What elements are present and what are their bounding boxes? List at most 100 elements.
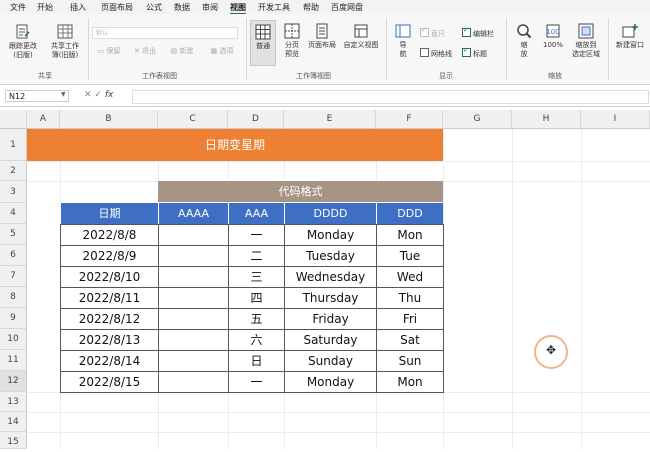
dddd-cell[interactable]: Sunday [284, 350, 377, 372]
table-header-dddd[interactable]: DDDD [284, 203, 376, 224]
column-header[interactable]: H [512, 110, 581, 129]
sheet-title[interactable]: 日期变星期 [27, 129, 443, 161]
table-header-date[interactable]: 日期 [60, 203, 158, 224]
dddd-cell[interactable]: Saturday [284, 329, 377, 351]
cancel-icon[interactable]: ✕ [84, 90, 92, 100]
ddd-cell[interactable]: Mon [376, 371, 444, 393]
aaa-cell[interactable]: 一 [228, 224, 285, 246]
ddd-cell[interactable]: Fri [376, 308, 444, 330]
table-header-aaaa[interactable]: AAAA [158, 203, 228, 224]
row-header[interactable]: 4 [0, 203, 27, 224]
zoom-to-selection-button[interactable]: 缩放到 选定区域 [568, 23, 604, 59]
row-header[interactable]: 8 [0, 287, 27, 308]
custom-views-button[interactable]: 自定义视图 [340, 23, 382, 50]
dddd-cell[interactable]: Thursday [284, 287, 377, 309]
navigation-button[interactable]: 导 航 [392, 23, 414, 59]
keep-button[interactable]: ▭ 保留 [94, 47, 124, 56]
aaaa-cell[interactable] [158, 287, 229, 309]
dddd-cell[interactable]: Friday [284, 308, 377, 330]
ddd-cell[interactable]: Sun [376, 350, 444, 372]
fx-icon[interactable]: fx [105, 90, 114, 100]
column-header[interactable]: E [284, 110, 376, 129]
zoom-100-button[interactable]: 100 100% [540, 23, 566, 50]
column-header[interactable]: G [443, 110, 512, 129]
formula-input[interactable] [132, 90, 649, 104]
menu-help[interactable]: 帮助 [303, 2, 319, 13]
aaa-cell[interactable]: 五 [228, 308, 285, 330]
dddd-cell[interactable]: Monday [284, 224, 377, 246]
headings-checkbox[interactable]: 标题 [462, 46, 487, 59]
formula-bar-checkbox[interactable]: 编辑栏 [462, 26, 494, 39]
row-header[interactable]: 2 [0, 161, 27, 181]
aaa-cell[interactable]: 一 [228, 371, 285, 393]
row-header[interactable]: 14 [0, 412, 27, 432]
menu-baidu-netdisk[interactable]: 百度网盘 [331, 2, 363, 13]
menu-page-layout[interactable]: 页面布局 [101, 2, 133, 13]
aaa-cell[interactable]: 三 [228, 266, 285, 288]
date-cell[interactable]: 2022/8/8 [60, 224, 159, 246]
row-header[interactable]: 3 [0, 181, 27, 203]
row-header[interactable]: 13 [0, 392, 27, 412]
column-header[interactable]: B [60, 110, 158, 129]
date-cell[interactable]: 2022/8/11 [60, 287, 159, 309]
aaa-cell[interactable]: 六 [228, 329, 285, 351]
column-header[interactable]: A [27, 110, 60, 129]
row-header[interactable]: 12 [0, 371, 27, 392]
column-header[interactable]: C [158, 110, 228, 129]
row-header[interactable]: 1 [0, 129, 27, 161]
ruler-checkbox[interactable]: 直尺 [420, 26, 445, 39]
aaaa-cell[interactable] [158, 329, 229, 351]
select-all-corner[interactable] [0, 110, 27, 129]
new-button[interactable]: ▤ 新建 [166, 47, 198, 56]
exit-button[interactable]: ✕ 退出 [130, 47, 160, 56]
options-button[interactable]: ▦ 选项 [206, 47, 238, 56]
date-cell[interactable]: 2022/8/14 [60, 350, 159, 372]
code-format-header[interactable]: 代码格式 [158, 181, 443, 202]
dddd-cell[interactable]: Monday [284, 371, 377, 393]
enter-icon[interactable]: ✓ [94, 90, 102, 100]
name-box[interactable]: N12 [5, 90, 69, 102]
page-break-preview-button[interactable]: 分页 预览 [279, 23, 305, 59]
aaaa-cell[interactable] [158, 371, 229, 393]
page-layout-view-button[interactable]: 页面布局 [306, 23, 338, 50]
row-header[interactable]: 6 [0, 245, 27, 266]
share-workbook-button[interactable]: 共享工作 簿(旧版) [46, 24, 84, 60]
aaaa-cell[interactable] [158, 350, 229, 372]
menu-developer[interactable]: 开发工具 [258, 2, 290, 13]
row-header[interactable]: 5 [0, 224, 27, 245]
aaaa-cell[interactable] [158, 245, 229, 267]
ddd-cell[interactable]: Thu [376, 287, 444, 309]
row-header[interactable]: 11 [0, 350, 27, 371]
column-header[interactable]: F [376, 110, 443, 129]
dddd-cell[interactable]: Wednesday [284, 266, 377, 288]
sheet-view-combo[interactable]: 默认 [92, 27, 238, 39]
aaaa-cell[interactable] [158, 308, 229, 330]
column-header[interactable]: I [581, 110, 650, 129]
menu-file[interactable]: 文件 [10, 2, 26, 13]
ddd-cell[interactable]: Sat [376, 329, 444, 351]
aaaa-cell[interactable] [158, 266, 229, 288]
aaa-cell[interactable]: 四 [228, 287, 285, 309]
date-cell[interactable]: 2022/8/15 [60, 371, 159, 393]
menu-formulas[interactable]: 公式 [146, 2, 162, 13]
track-changes-button[interactable]: 跟踪更改 (旧版) [6, 24, 40, 60]
menu-data[interactable]: 数据 [174, 2, 190, 13]
aaa-cell[interactable]: 二 [228, 245, 285, 267]
gridlines-checkbox[interactable]: 网格线 [420, 48, 452, 59]
date-cell[interactable]: 2022/8/9 [60, 245, 159, 267]
ddd-cell[interactable]: Mon [376, 224, 444, 246]
aaa-cell[interactable]: 日 [228, 350, 285, 372]
menu-insert[interactable]: 插入 [70, 2, 86, 13]
ddd-cell[interactable]: Wed [376, 266, 444, 288]
new-window-button[interactable]: 新建窗口 [612, 23, 648, 50]
row-header[interactable]: 10 [0, 329, 27, 350]
ddd-cell[interactable]: Tue [376, 245, 444, 267]
table-header-ddd[interactable]: DDD [376, 203, 443, 224]
table-header-aaa[interactable]: AAA [228, 203, 284, 224]
date-cell[interactable]: 2022/8/10 [60, 266, 159, 288]
date-cell[interactable]: 2022/8/12 [60, 308, 159, 330]
name-box-dropdown-icon[interactable]: ▼ [61, 91, 66, 98]
normal-view-button[interactable]: 普通 [250, 20, 276, 66]
row-header[interactable]: 15 [0, 432, 27, 449]
dddd-cell[interactable]: Tuesday [284, 245, 377, 267]
